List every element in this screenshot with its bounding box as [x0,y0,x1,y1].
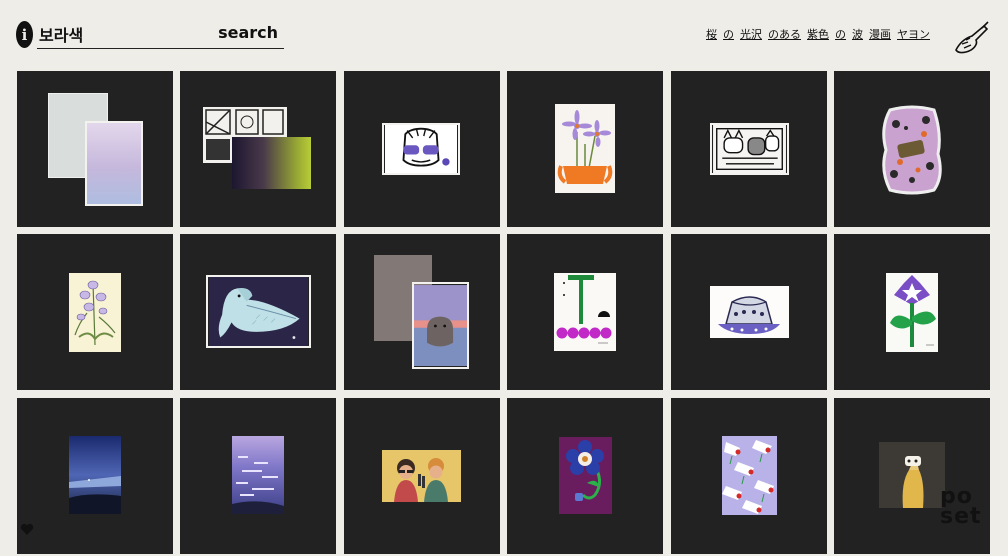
tag-link[interactable]: 紫色 [807,26,829,42]
tile-blue-flower[interactable] [507,397,664,554]
artwork-image [411,282,469,370]
tile-comic-gradient[interactable] [180,71,337,227]
tile-sparkle-sea[interactable] [180,397,337,554]
tag-link[interactable]: 光沢 [740,26,762,42]
tile-sunglasses-character[interactable] [343,71,500,227]
search-button[interactable]: search [218,23,278,42]
tile-pink-balls[interactable] [507,234,664,391]
artwork-image [555,104,616,193]
tile-white-lilies[interactable] [670,397,827,554]
artwork-image [878,441,945,508]
info-icon[interactable]: i [16,21,33,48]
artwork-image [709,286,789,339]
tile-pastel-envelope[interactable] [17,71,173,227]
logo-line-2: set [940,504,982,529]
artwork-image [232,137,312,189]
artwork-image [85,121,143,206]
artwork-image [721,435,777,515]
tile-purple-sticker[interactable] [833,71,990,227]
tile-night-sea[interactable] [17,397,173,554]
artwork-image [882,105,942,195]
tile-morning-glory[interactable] [833,234,990,391]
tag-link[interactable]: ヤヨン [897,26,930,42]
artwork-image [885,273,938,353]
tag-link[interactable]: 桜 [706,26,717,42]
tag-link[interactable]: の [723,26,734,42]
hand-drawing-icon[interactable] [952,20,992,60]
artwork-image [69,273,121,353]
search-bar: search [37,21,284,49]
artwork-image [206,275,312,349]
tile-purple-flowers[interactable] [507,71,664,227]
tag-link[interactable]: のある [768,26,801,42]
search-input[interactable] [37,21,214,46]
tag-link[interactable]: の [835,26,846,42]
artwork-image [69,435,121,514]
tile-yellow-figure[interactable] [833,397,990,554]
artwork-image [232,435,285,514]
tile-orchid[interactable] [17,234,173,391]
tile-hippo[interactable] [343,234,500,391]
tag-link[interactable]: 波 [852,26,863,42]
poset-logo[interactable]: po set [940,486,982,529]
artwork-image [554,273,617,352]
artwork-image [709,123,789,175]
tile-ufo[interactable] [670,234,827,391]
header: i search 桜 の 光沢 のある 紫色 の 波 漫画 ヤヨン [0,0,1008,70]
tile-pelican[interactable] [180,234,337,391]
artwork-image [381,123,460,175]
tile-karaoke-duo[interactable] [343,397,500,554]
artwork-image [559,436,613,514]
heart-icon[interactable] [20,523,34,536]
tag-link[interactable]: 漫画 [869,26,891,42]
tag-list: 桜 の 光沢 のある 紫色 の 波 漫画 ヤヨン [706,26,930,42]
tile-cats-comic[interactable] [670,71,827,227]
artwork-image [381,449,461,502]
artwork-grid [17,71,990,554]
